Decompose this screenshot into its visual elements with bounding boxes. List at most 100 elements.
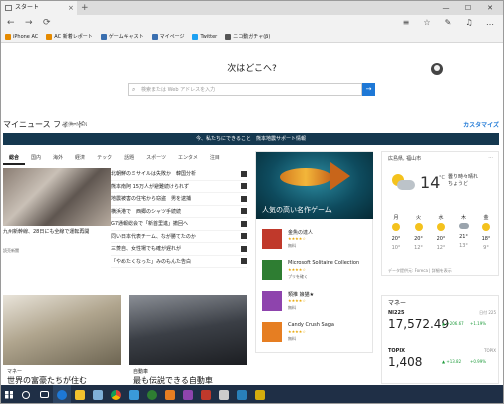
tab-start[interactable]: スタート ×: [1, 1, 77, 15]
favorite-item[interactable]: ニコ動ガチャ(β): [225, 33, 270, 40]
back-button[interactable]: ←: [7, 15, 15, 31]
share-icon[interactable]: ♫: [462, 15, 476, 31]
task-view-icon[interactable]: [35, 385, 53, 403]
favorite-item[interactable]: ゲームキャスト: [100, 33, 144, 40]
close-tab-icon[interactable]: ×: [68, 1, 74, 15]
lead-story-title[interactable]: 九州新幹線、28日にも全線で運転再開: [3, 229, 111, 236]
customize-link[interactable]: カスタマイズ: [463, 120, 499, 129]
sun-icon: [392, 223, 400, 231]
weather-menu-icon[interactable]: ···: [488, 155, 493, 161]
favorite-label: AC 新着レポート: [54, 34, 93, 40]
favorite-icon: [151, 33, 158, 40]
article-card[interactable]: マネー 世界の富豪たちが住む: [3, 295, 121, 384]
article-title: 世界の富豪たちが住む: [7, 376, 87, 384]
lead-story-source: 読売新聞: [3, 248, 19, 253]
tab-entertainment[interactable]: エンタメ: [172, 151, 204, 165]
headline-item[interactable]: 同い日本代表チーム、なが勝てたのか: [111, 231, 247, 243]
user-avatar-icon[interactable]: [431, 63, 443, 75]
source-logo-icon: [241, 208, 247, 215]
index-name: NI225: [388, 310, 405, 316]
tab-title: スタート: [15, 4, 40, 11]
tab-tech[interactable]: テック: [91, 151, 118, 165]
game-price: プリを確く: [288, 274, 308, 279]
goldfish-image: [280, 168, 332, 186]
article-card[interactable]: 自動車 最も伝説できる自動車: [129, 295, 247, 384]
forecast-day-name: 水: [438, 215, 444, 221]
media-taskbar-icon[interactable]: [125, 385, 143, 403]
edge-taskbar-icon[interactable]: [53, 385, 71, 403]
market-row[interactable]: TOPIX TOPIX 1,408 ▲ +13.82 +0.99%: [388, 348, 496, 384]
current-temperature: 14: [420, 173, 441, 192]
headline-item[interactable]: 横浜港で 西郷のシャツ手続続: [111, 206, 247, 218]
weather-description: 曇り時々晴れ ちょうど: [448, 174, 478, 188]
favorite-icon: [192, 33, 199, 40]
xbox-taskbar-icon[interactable]: [143, 385, 161, 403]
markets-card[interactable]: マネー NI225 日付 225 17,572.49 ▲ +206.67 +1.…: [381, 295, 499, 384]
app-taskbar-icon[interactable]: [233, 385, 251, 403]
game-item[interactable]: 類推 娘猫★ ★★★★☆ 無料: [262, 286, 372, 316]
chrome-taskbar-icon[interactable]: [107, 385, 125, 403]
search-go-button[interactable]: →: [362, 83, 375, 96]
index-label: 日付 225: [479, 310, 496, 315]
hub-icon[interactable]: ≡: [399, 15, 413, 31]
headline-item[interactable]: 熊本南阿 15万人が避難続けられず: [111, 181, 247, 193]
explorer-taskbar-icon[interactable]: [71, 385, 89, 403]
app-taskbar-icon[interactable]: [251, 385, 269, 403]
headline-item[interactable]: G7通報総会で「新首里進」撤回へ: [111, 218, 247, 231]
favorite-item[interactable]: iPhone AC: [5, 33, 38, 40]
forward-button[interactable]: →: [25, 15, 33, 31]
photos-taskbar-icon[interactable]: [179, 385, 197, 403]
headline-item[interactable]: 「やめたくなった」みのもんた告白: [111, 256, 247, 268]
headline-item[interactable]: 地震被害の住宅から窃盗 男を逮捕: [111, 193, 247, 206]
favorite-item[interactable]: Twitter: [192, 33, 217, 40]
market-row[interactable]: NI225 日付 225 17,572.49 ▲ +206.67 +1.19%: [388, 310, 496, 350]
new-tab-button[interactable]: +: [81, 1, 89, 15]
game-item[interactable]: 金魚の達人 ★★★★☆ 無料: [262, 224, 372, 254]
maximize-button[interactable]: ☐: [457, 1, 479, 15]
game-item[interactable]: Microsoft Solitaire Collection ★★★★☆ プリを…: [262, 255, 372, 285]
lead-story-image[interactable]: [3, 168, 111, 226]
headline-text: 横浜港で 西郷のシャツ手続続: [111, 208, 182, 215]
weather-card[interactable]: 広島県, 福山市 ··· 14 °C 曇り時々晴れ ちょうど 月 20° 10° 火 2…: [381, 151, 499, 276]
forecast-high: 21°: [459, 234, 468, 240]
minimize-button[interactable]: —: [435, 1, 457, 15]
tab-economy[interactable]: 経済: [69, 151, 91, 165]
store-taskbar-icon[interactable]: [89, 385, 107, 403]
tab-world[interactable]: 海外: [47, 151, 69, 165]
search-input[interactable]: ⌕ 検索または Web アドレスを入力: [128, 83, 362, 96]
close-window-button[interactable]: ✕: [479, 1, 501, 15]
tab-domestic[interactable]: 国内: [25, 151, 47, 165]
headline-item[interactable]: 北朝鮮のミサイルは失敗か 韓国分析: [111, 168, 247, 181]
game-icon: [262, 229, 282, 249]
greeting: 次はどこへ?: [227, 64, 277, 74]
favorite-item[interactable]: AC 新着レポート: [46, 33, 93, 40]
headline-item[interactable]: 三菱自、女性場でも確が遅れが: [111, 243, 247, 256]
weather-source[interactable]: データ提供元: Foreca | 詳細を表示: [388, 268, 452, 274]
support-banner[interactable]: 今、私たちにできること 熊本地震サポート情報: [3, 133, 499, 145]
start-button[interactable]: [1, 385, 17, 403]
filezilla-taskbar-icon[interactable]: [197, 385, 215, 403]
tab-sports[interactable]: スポーツ: [140, 151, 172, 165]
game-rating: ★★★★☆: [288, 329, 306, 334]
app-taskbar-icon[interactable]: [215, 385, 233, 403]
refresh-button[interactable]: ⟳: [43, 15, 51, 31]
favorite-star-icon[interactable]: ☆: [420, 15, 434, 31]
forecast-days: 月 20° 10° 火 20° 12° 水 20° 12° 木 21° 13° 金 18° 9°: [386, 214, 496, 253]
cloud-icon: [458, 223, 469, 229]
forecast-day: 金 18° 9°: [476, 214, 496, 253]
web-note-icon[interactable]: ✎: [441, 15, 455, 31]
headline-text: 三菱自、女性場でも確が遅れが: [111, 246, 182, 253]
taskbar: [1, 385, 503, 403]
tab-featured[interactable]: 注目: [204, 151, 226, 165]
more-icon[interactable]: …: [483, 15, 497, 31]
game-item[interactable]: Candy Crush Saga ★★★★☆ 無料: [262, 317, 372, 347]
taskbar-search-icon[interactable]: [17, 385, 35, 403]
games-hero-image[interactable]: 人気の高い名作ゲーム: [256, 152, 373, 219]
game-price: 無料: [288, 243, 296, 248]
tab-general[interactable]: 総合: [3, 151, 26, 165]
index-percent: +0.99%: [470, 359, 487, 364]
app-taskbar-icon[interactable]: [161, 385, 179, 403]
search-placeholder: 検索または Web アドレスを入力: [141, 87, 216, 93]
favorite-item[interactable]: マイページ: [151, 33, 184, 40]
tab-topics[interactable]: 話題: [118, 151, 140, 165]
